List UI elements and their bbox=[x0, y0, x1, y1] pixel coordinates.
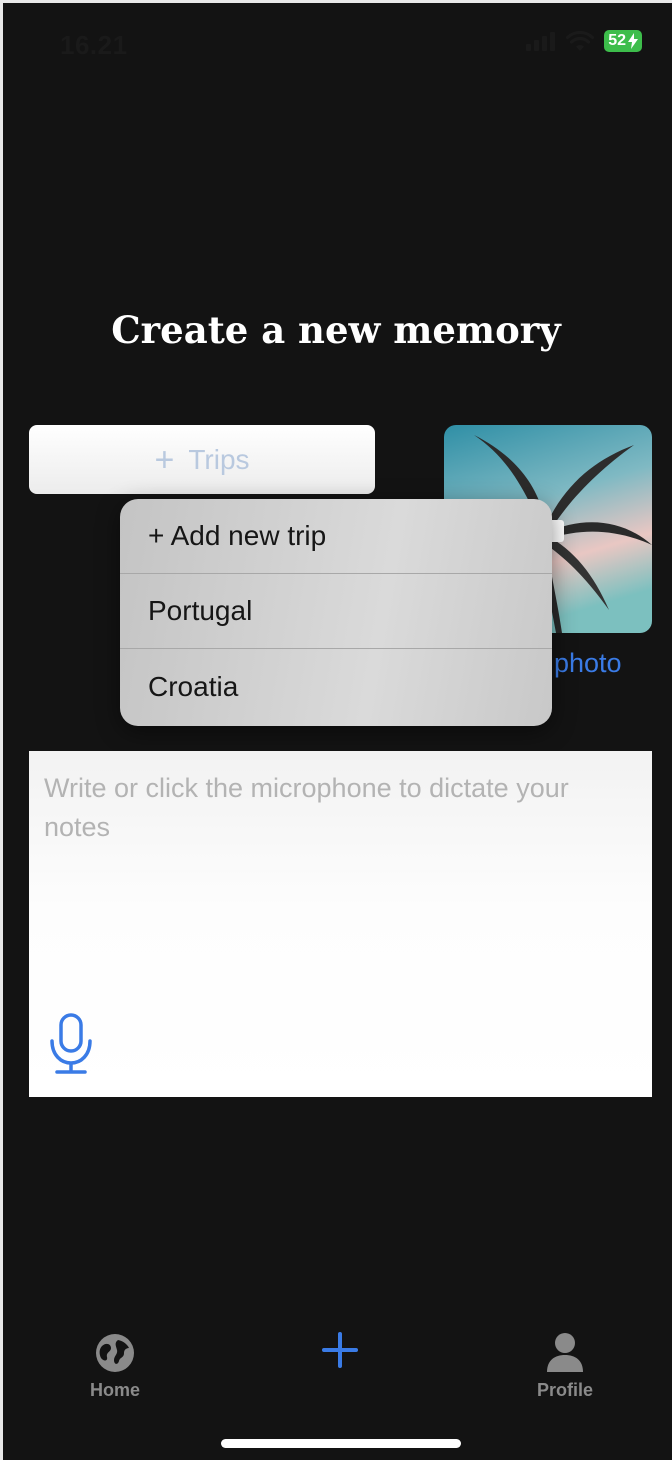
tab-create[interactable] bbox=[316, 1330, 364, 1370]
trips-button-label: Trips bbox=[188, 443, 250, 475]
trips-button[interactable]: + Trips bbox=[29, 425, 375, 494]
screen-edge bbox=[0, 0, 672, 1460]
battery-level: 52 bbox=[608, 32, 626, 49]
microphone-icon[interactable] bbox=[49, 1013, 93, 1075]
menu-item-croatia[interactable]: Croatia bbox=[120, 649, 552, 724]
tab-home-label: Home bbox=[89, 1380, 140, 1400]
cellular-signal-icon bbox=[526, 32, 556, 51]
menu-item-portugal[interactable]: Portugal bbox=[120, 574, 552, 649]
tab-home[interactable]: Home bbox=[85, 1332, 145, 1401]
notes-field[interactable]: Write or click the microphone to dictate… bbox=[29, 751, 652, 1097]
plus-icon: + bbox=[154, 440, 175, 479]
tab-profile-label: Profile bbox=[536, 1380, 593, 1400]
battery-indicator: 52 bbox=[604, 30, 642, 52]
tab-profile[interactable]: Profile bbox=[530, 1332, 600, 1401]
charging-bolt-icon bbox=[628, 33, 638, 49]
notes-placeholder: Write or click the microphone to dictate… bbox=[44, 773, 569, 842]
add-photo-link[interactable]: photo bbox=[554, 648, 622, 679]
wifi-icon bbox=[566, 30, 595, 51]
home-indicator bbox=[221, 1439, 461, 1448]
trip-menu: + Add new trip Portugal Croatia bbox=[120, 499, 552, 726]
page-title: Create a new memory bbox=[111, 308, 561, 352]
tab-bar: Home Profile bbox=[0, 1320, 672, 1420]
menu-item-add-new-trip[interactable]: + Add new trip bbox=[120, 499, 552, 574]
status-time: 16.21 bbox=[60, 30, 128, 60]
status-icons: 52 bbox=[526, 30, 642, 52]
status-bar: 16.21 52 bbox=[0, 0, 672, 90]
person-icon bbox=[547, 1333, 583, 1372]
plus-icon bbox=[322, 1332, 358, 1368]
globe-icon bbox=[96, 1334, 134, 1372]
